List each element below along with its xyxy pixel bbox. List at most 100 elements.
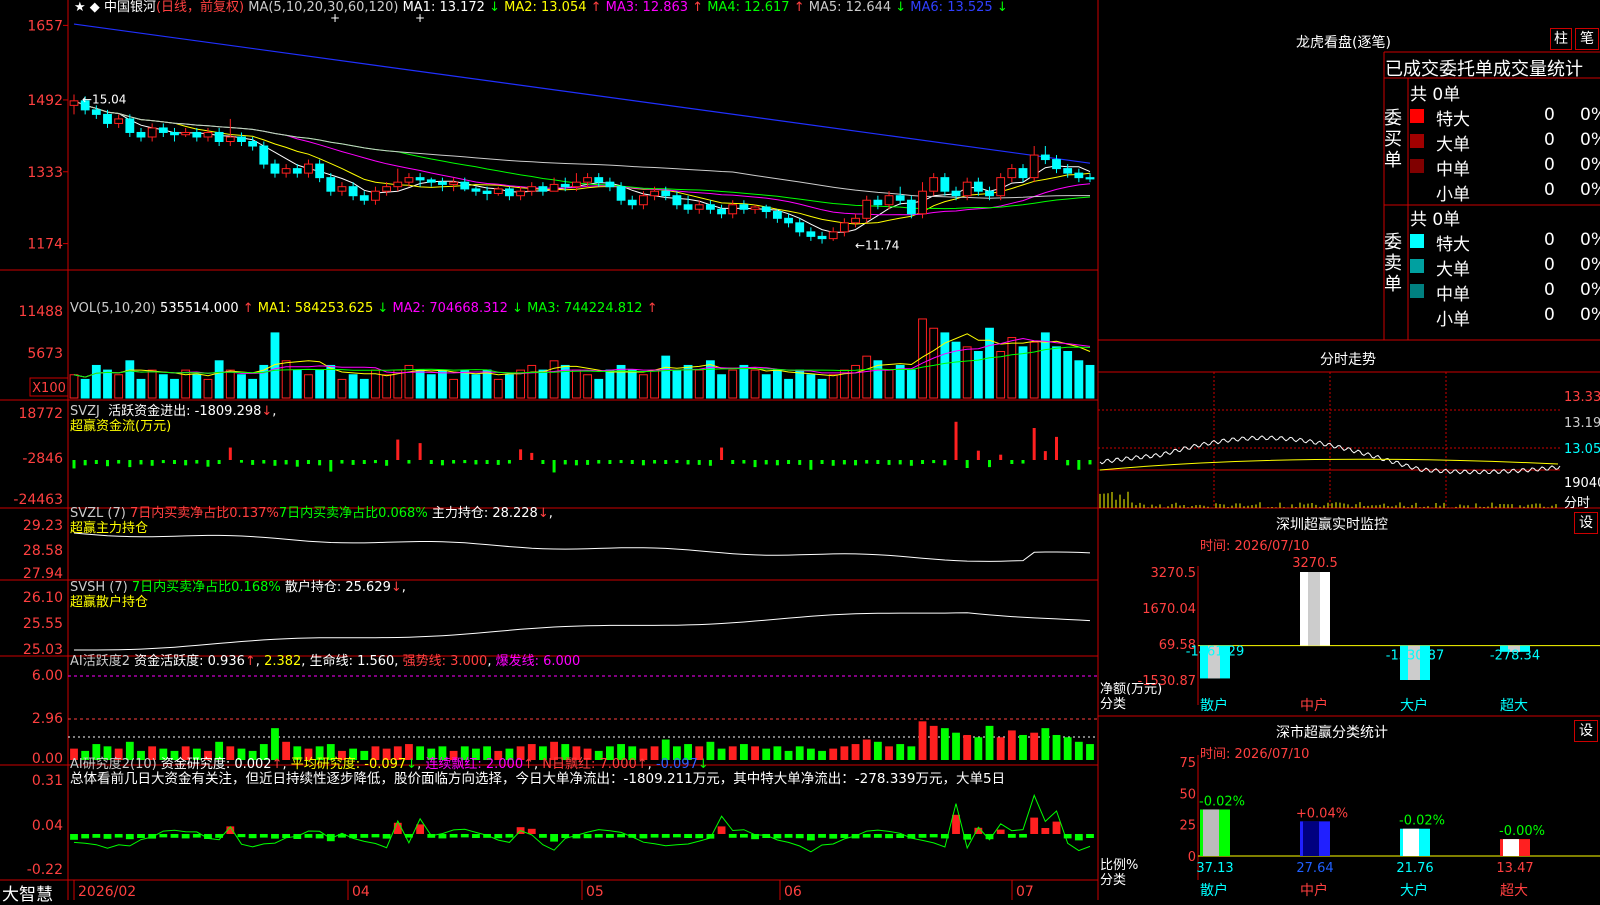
volume-bar: [293, 370, 301, 398]
research-bar: [952, 815, 960, 834]
svzj-tick: -2846: [22, 451, 63, 467]
candle-body: [684, 205, 692, 210]
pen-mode-button[interactable]: 笔: [1575, 28, 1599, 50]
candle-body: [539, 187, 547, 192]
svzj-bar: [419, 443, 422, 460]
ai-active-header: AI活跃度2 资金活跃度: 0.936↑, 2.382, 生命线: 1.560,…: [70, 654, 580, 669]
volume-bar: [81, 379, 89, 398]
svzj-bar: [1022, 460, 1025, 464]
volume-bar: [740, 365, 748, 398]
svzj-bar: [441, 460, 444, 465]
candle-body: [483, 191, 491, 193]
volume-bar: [1064, 352, 1072, 399]
active-bar: [930, 726, 938, 760]
svzj-bar: [541, 460, 544, 464]
volume-bar: [695, 370, 703, 398]
volume-bar: [405, 365, 413, 398]
svzj-bar: [184, 460, 187, 465]
svzj-bar: [206, 460, 209, 467]
candle-body: [1064, 169, 1072, 174]
svzj-bar: [742, 460, 745, 464]
svzj-bar: [139, 460, 142, 464]
svzj-bar: [340, 460, 343, 464]
buy-row: 特大 0 0%: [1410, 105, 1600, 127]
volume-bar: [193, 375, 201, 398]
svzj-bar: [675, 460, 678, 463]
sell-row: 特大 0 0%: [1410, 230, 1600, 252]
indicator-value: MA5: 12.644: [809, 0, 896, 15]
vol-panel-header: VOL(5,10,20) 535514.000 ↑ MA1: 584253.62…: [70, 301, 658, 316]
class-bar-highlight: [1503, 839, 1519, 856]
candle-body: [204, 132, 212, 137]
candle-body: [494, 189, 502, 194]
candle-body: [215, 132, 223, 141]
trend-arrow-icon: ↑: [591, 0, 606, 15]
research-bar: [930, 834, 938, 837]
candle-body: [360, 196, 368, 201]
monitor-axis-label: 净额(万元) 分类: [1100, 682, 1162, 712]
order-count: 0: [1544, 230, 1555, 250]
order-count: 0: [1544, 155, 1555, 175]
candle-body: [372, 191, 380, 200]
research-bar: [171, 834, 179, 838]
order-stats-tabs[interactable]: 已成交委托单成交量统计: [1385, 55, 1583, 81]
brand-logo[interactable]: 大智慧: [2, 880, 53, 905]
research-bar: [1053, 822, 1061, 834]
class-change-label: -0.00%: [1499, 824, 1545, 839]
research-tick: 0.31: [32, 773, 63, 789]
research-bar: [863, 834, 871, 838]
research-tick: 0.04: [32, 818, 63, 834]
svzj-bar: [698, 460, 701, 465]
candle-body: [193, 132, 201, 137]
volume-bar: [550, 361, 558, 398]
candle-body: [729, 205, 737, 214]
class-change-label: -0.02%: [1199, 794, 1245, 809]
volume-bar: [215, 361, 223, 398]
svzj-bar: [921, 460, 924, 464]
candle-body: [349, 187, 357, 196]
volume-bar: [651, 370, 659, 398]
candle-body: [885, 196, 893, 205]
active-bar: [941, 728, 949, 760]
monitor-tick: 1670.04: [1142, 602, 1196, 617]
research-bar: [137, 834, 145, 838]
class-settings-button[interactable]: 设: [1574, 720, 1598, 742]
svsh-header: SVSH (7) 7日内买卖净占比0.168% 散户持仓: 25.629↓, 超…: [70, 580, 406, 610]
svzj-bar: [385, 460, 388, 466]
candle-body: [863, 200, 871, 218]
svzj-bar: [262, 460, 265, 464]
research-bar: [874, 834, 882, 838]
monitor-value-label: 3270.5: [1292, 556, 1338, 571]
order-size-label: 大单: [1436, 130, 1470, 155]
class-bar-highlight: [1303, 821, 1319, 856]
candle-body: [126, 119, 134, 133]
volume-bar: [383, 375, 391, 398]
volume-bar: [751, 370, 759, 398]
intraday-title[interactable]: 分时走势: [1320, 349, 1376, 369]
research-bar: [673, 834, 681, 837]
research-bar: [271, 834, 279, 839]
research-bar: [584, 834, 592, 838]
star-icon[interactable]: ★ ◆: [74, 0, 100, 15]
candle-body: [930, 178, 938, 192]
period-label[interactable]: (日线，前复权): [156, 0, 244, 15]
svzj-bar: [1033, 428, 1036, 460]
stock-name: 中国银河: [104, 0, 156, 15]
svzj-bar: [95, 460, 98, 464]
sell-row: 大单00%: [1410, 255, 1600, 277]
bar-mode-button[interactable]: 柱: [1550, 28, 1572, 50]
research-bar: [919, 834, 927, 838]
volume-bar: [137, 379, 145, 398]
candle-body: [573, 182, 581, 187]
order-pct: 0%: [1580, 155, 1600, 175]
svzj-bar: [765, 460, 768, 464]
volume-bar: [70, 375, 78, 398]
monitor-settings-button[interactable]: 设: [1574, 512, 1598, 534]
research-comment: 总体看前几日大资金有关注，但近日持续性逐步降低，股价面临方向选择，今日大单净流出…: [70, 771, 1005, 787]
research-bar: [997, 830, 1005, 834]
class-value-label: 21.76: [1396, 861, 1433, 876]
research-bar: [718, 826, 726, 834]
order-count: 0: [1544, 280, 1555, 300]
research-tick: -0.22: [27, 862, 63, 878]
class-bar-highlight: [1203, 809, 1219, 856]
